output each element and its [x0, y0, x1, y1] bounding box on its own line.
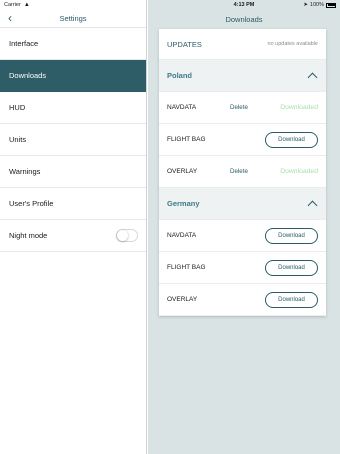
status-right-indicators: ➤ 100%	[303, 2, 336, 8]
carrier-label: Carrier	[4, 2, 21, 8]
menu-item-label: Units	[9, 135, 27, 144]
settings-sidebar: Carrier ▲ ‹ Settings Interface Downloads…	[0, 0, 147, 454]
settings-title: Settings	[59, 14, 87, 23]
delete-button[interactable]: Delete	[230, 168, 248, 175]
downloads-title: Downloads	[148, 10, 340, 28]
download-button[interactable]: Download	[265, 291, 318, 308]
menu-item-night-mode: Night mode	[0, 220, 146, 252]
page-title: Downloads	[225, 14, 263, 24]
menu-item-label: User's Profile	[9, 199, 54, 208]
chevron-up-icon[interactable]	[307, 72, 318, 83]
download-button[interactable]: Download	[265, 131, 318, 148]
section-title: Poland	[167, 71, 193, 80]
menu-item-warnings[interactable]: Warnings	[0, 156, 146, 188]
section-header-poland[interactable]: Poland	[159, 60, 326, 92]
menu-item-hud[interactable]: HUD	[0, 92, 146, 124]
item-name: FLIGHT BAG	[167, 264, 206, 271]
download-row: FLIGHT BAG Download	[159, 124, 326, 156]
section-title: Germany	[167, 199, 200, 208]
downloaded-status: Downloaded	[280, 104, 318, 111]
download-row: FLIGHT BAG Download	[159, 252, 326, 284]
downloads-card: UPDATES no updates available Poland NAVD…	[159, 29, 326, 316]
updates-row: UPDATES no updates available	[159, 29, 326, 60]
menu-item-label: Downloads	[9, 71, 47, 80]
menu-item-label: Interface	[9, 39, 39, 48]
item-name: NAVDATA	[167, 104, 197, 111]
menu-item-label: Night mode	[9, 231, 48, 240]
menu-item-label: Warnings	[9, 167, 41, 176]
download-row: NAVDATA Download	[159, 220, 326, 252]
item-name: FLIGHT BAG	[167, 136, 206, 143]
toggle-knob	[117, 230, 128, 241]
status-time: 4:13 PM	[233, 2, 255, 8]
downloads-panel: 4:13 PM ➤ 100% Downloads UPDATES no upda…	[148, 0, 340, 454]
location-icon: ➤	[303, 2, 308, 8]
wifi-icon: ▲	[23, 2, 30, 8]
status-bar-left: Carrier ▲	[0, 0, 146, 10]
downloaded-status: Downloaded	[280, 168, 318, 175]
updates-status: no updates available	[267, 41, 318, 47]
download-row: NAVDATA Delete Downloaded	[159, 92, 326, 124]
menu-item-units[interactable]: Units	[0, 124, 146, 156]
chevron-up-icon[interactable]	[307, 200, 318, 211]
updates-title: UPDATES	[167, 39, 202, 49]
night-mode-toggle[interactable]	[116, 229, 138, 242]
item-name: OVERLAY	[167, 168, 198, 175]
download-row: OVERLAY Download	[159, 284, 326, 316]
menu-item-downloads[interactable]: Downloads	[0, 60, 146, 92]
download-button[interactable]: Download	[265, 259, 318, 276]
battery-percent: 100%	[309, 2, 324, 8]
section-header-germany[interactable]: Germany	[159, 188, 326, 220]
battery-icon	[326, 2, 336, 8]
delete-button[interactable]: Delete	[230, 104, 248, 111]
menu-item-label: HUD	[9, 103, 26, 112]
settings-header: ‹ Settings	[0, 10, 146, 28]
chevron-left-icon[interactable]: ‹	[8, 11, 12, 25]
item-name: OVERLAY	[167, 296, 198, 303]
download-row: OVERLAY Delete Downloaded	[159, 156, 326, 188]
menu-item-user-profile[interactable]: User's Profile	[0, 188, 146, 220]
item-name: NAVDATA	[167, 232, 197, 239]
status-bar-right: 4:13 PM ➤ 100%	[148, 0, 340, 10]
menu-item-interface[interactable]: Interface	[0, 28, 146, 60]
download-button[interactable]: Download	[265, 227, 318, 244]
